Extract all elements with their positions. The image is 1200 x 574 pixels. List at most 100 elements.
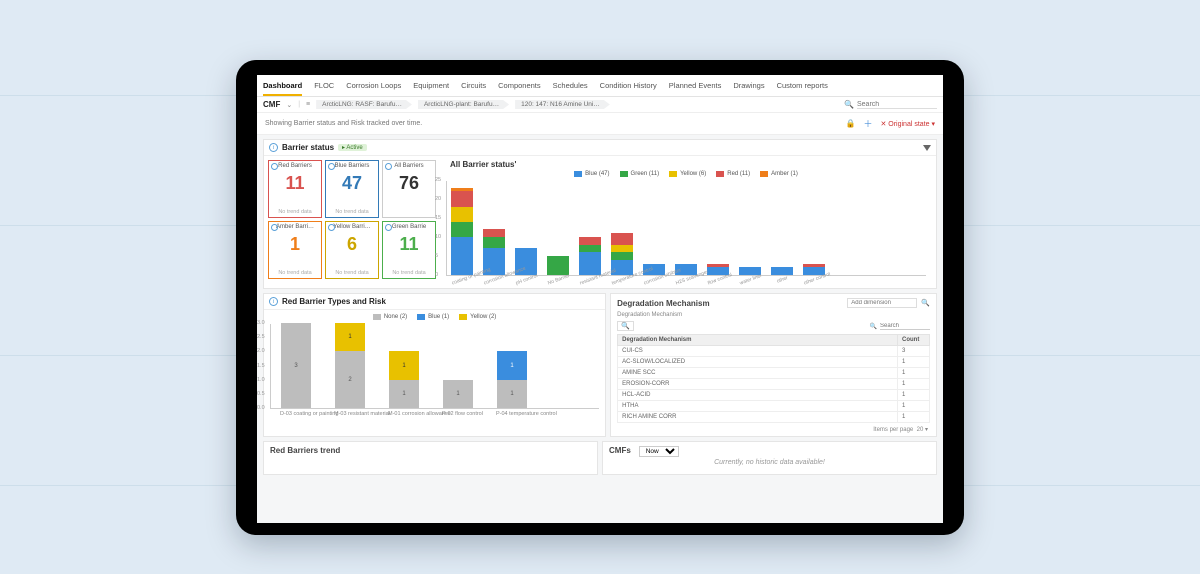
- table-search-input[interactable]: [880, 323, 930, 330]
- info-icon[interactable]: i: [269, 297, 278, 306]
- card-value: 1: [290, 234, 300, 255]
- barrier-card-yellow[interactable]: Yellow Barri… 6 No trend data: [325, 221, 379, 279]
- legend-item[interactable]: None (2): [373, 314, 407, 320]
- legend-item[interactable]: Blue (47): [574, 171, 609, 177]
- search-input[interactable]: [857, 101, 937, 109]
- barrier-card-blue[interactable]: Blue Barriers 47 No trend data: [325, 160, 379, 218]
- add-dimension-input[interactable]: [847, 298, 917, 308]
- pager-size[interactable]: 20: [917, 427, 924, 433]
- cell-name: EROSION-CORR: [618, 379, 898, 390]
- col-header[interactable]: Count: [898, 335, 930, 346]
- tab-components[interactable]: Components: [498, 78, 541, 96]
- info-icon[interactable]: i: [269, 143, 278, 152]
- red-barriers-trend-panel: Red Barriers trend: [263, 441, 598, 475]
- status-badge: ▸ Active: [338, 144, 367, 151]
- chart-legend: None (2) Blue (1) Yellow (2): [270, 314, 599, 320]
- info-icon: [385, 163, 392, 170]
- tab-floc[interactable]: FLOC: [314, 78, 334, 96]
- tab-dashboard[interactable]: Dashboard: [263, 78, 302, 96]
- legend-item[interactable]: Yellow (2): [459, 314, 496, 320]
- table-row[interactable]: HCL-ACID1: [618, 390, 930, 401]
- tab-circuits[interactable]: Circuits: [461, 78, 486, 96]
- list-icon[interactable]: ≡: [306, 101, 310, 108]
- col-header[interactable]: Degradation Mechanism: [618, 335, 898, 346]
- bar[interactable]: [547, 256, 569, 275]
- table-row[interactable]: CUI-CS3: [618, 346, 930, 357]
- x-label: M-01 corrosion allowance: [388, 411, 418, 417]
- search-icon[interactable]: 🔍: [844, 100, 854, 109]
- cell-count: 1: [898, 368, 930, 379]
- cell-name: HCL-ACID: [618, 390, 898, 401]
- global-search: 🔍: [844, 100, 937, 109]
- barrier-cards-grid: Red Barriers 11 No trend data Blue Barri…: [268, 160, 436, 279]
- legend-swatch: [417, 314, 425, 320]
- chart-bars: 0510152025: [446, 181, 926, 276]
- filter-icon[interactable]: [923, 145, 931, 151]
- table-row[interactable]: AC-SLOW/LOCALIZED1: [618, 357, 930, 368]
- cell-count: 1: [898, 390, 930, 401]
- legend-item[interactable]: Yellow (6): [669, 171, 706, 177]
- legend-item[interactable]: Amber (1): [760, 171, 798, 177]
- page-description: Showing Barrier status and Risk tracked …: [265, 120, 422, 127]
- table-row[interactable]: HTHA1: [618, 401, 930, 412]
- barrier-card-red[interactable]: Red Barriers 11 No trend data: [268, 160, 322, 218]
- search-icon[interactable]: 🔍: [921, 299, 930, 307]
- legend-item[interactable]: Green (11): [620, 171, 660, 177]
- no-data-message: Currently, no historic data available!: [609, 457, 930, 468]
- original-state-button[interactable]: ✕ Original state ▾: [880, 120, 935, 128]
- tab-planned-events[interactable]: Planned Events: [669, 78, 722, 96]
- breadcrumb[interactable]: ArcticLNG-plant: Barufu…: [418, 100, 509, 109]
- cmfs-time-select[interactable]: Now: [639, 446, 679, 457]
- app-screen: Dashboard FLOC Corrosion Loops Equipment…: [257, 75, 943, 523]
- red-barrier-types-panel: i Red Barrier Types and Risk None (2)Blu…: [263, 293, 606, 437]
- cell-count: 1: [898, 412, 930, 423]
- breadcrumb[interactable]: 120: 147: N16 Amine Uni…: [515, 100, 610, 109]
- info-icon: [271, 224, 278, 231]
- chart-bars: 0.00.51.01.52.02.53.032111111: [270, 324, 599, 409]
- bar[interactable]: 11: [497, 351, 527, 408]
- table-row[interactable]: AMINE SCC1: [618, 368, 930, 379]
- card-footer: No trend data: [278, 209, 311, 215]
- bar[interactable]: 11: [389, 351, 419, 408]
- table-pager: Items per page 20 ▾: [611, 423, 936, 436]
- panel-title: Red Barriers trend: [270, 446, 340, 455]
- legend-swatch: [620, 171, 628, 177]
- search-icon[interactable]: 🔍: [870, 323, 877, 330]
- bar[interactable]: 3: [281, 323, 311, 408]
- tab-equipment[interactable]: Equipment: [413, 78, 449, 96]
- legend-item[interactable]: Blue (1): [417, 314, 449, 320]
- breadcrumb-bar: CMF ⌄ | ≡ ArcticLNG: RASF: Barufu… Arcti…: [257, 97, 943, 113]
- chart-legend: Blue (47) Green (11) Yellow (6) Red (11) Amb…: [446, 171, 926, 177]
- card-title: Red Barriers: [278, 163, 312, 169]
- barrier-card-green[interactable]: Green Barrie 11 No trend data: [382, 221, 436, 279]
- x-label: D-03 coating or painting: [280, 411, 310, 417]
- barrier-card-all[interactable]: All Barriers 76: [382, 160, 436, 218]
- cell-name: AC-SLOW/LOCALIZED: [618, 357, 898, 368]
- legend-item[interactable]: Red (11): [716, 171, 750, 177]
- bar[interactable]: [451, 188, 473, 275]
- zoom-icon[interactable]: 🔍: [617, 321, 634, 331]
- chevron-down-icon[interactable]: ⌄: [286, 101, 292, 109]
- card-title: All Barriers: [394, 163, 423, 169]
- breadcrumb[interactable]: ArcticLNG: RASF: Barufu…: [316, 100, 412, 109]
- add-icon[interactable]: ＋: [863, 117, 872, 130]
- degradation-table: Degradation Mechanism Count CUI-CS3AC-SL…: [617, 334, 930, 423]
- bar[interactable]: [579, 237, 601, 275]
- tab-schedules[interactable]: Schedules: [553, 78, 588, 96]
- bar[interactable]: 1: [443, 380, 473, 408]
- tab-condition-history[interactable]: Condition History: [600, 78, 657, 96]
- lock-icon[interactable]: 🔒: [845, 119, 855, 128]
- tab-drawings[interactable]: Drawings: [733, 78, 764, 96]
- section-label: CMF: [263, 100, 280, 109]
- tab-corrosion-loops[interactable]: Corrosion Loops: [346, 78, 401, 96]
- tab-custom-reports[interactable]: Custom reports: [777, 78, 828, 96]
- x-label: P-02 flow control: [442, 411, 472, 417]
- legend-swatch: [459, 314, 467, 320]
- table-row[interactable]: EROSION-CORR1: [618, 379, 930, 390]
- cell-count: 3: [898, 346, 930, 357]
- barrier-card-amber[interactable]: Amber Barri… 1 No trend data: [268, 221, 322, 279]
- card-footer: No trend data: [392, 270, 425, 276]
- bar[interactable]: 21: [335, 323, 365, 408]
- panel-title: Barrier status: [282, 143, 334, 152]
- table-row[interactable]: RICH AMINE CORR1: [618, 412, 930, 423]
